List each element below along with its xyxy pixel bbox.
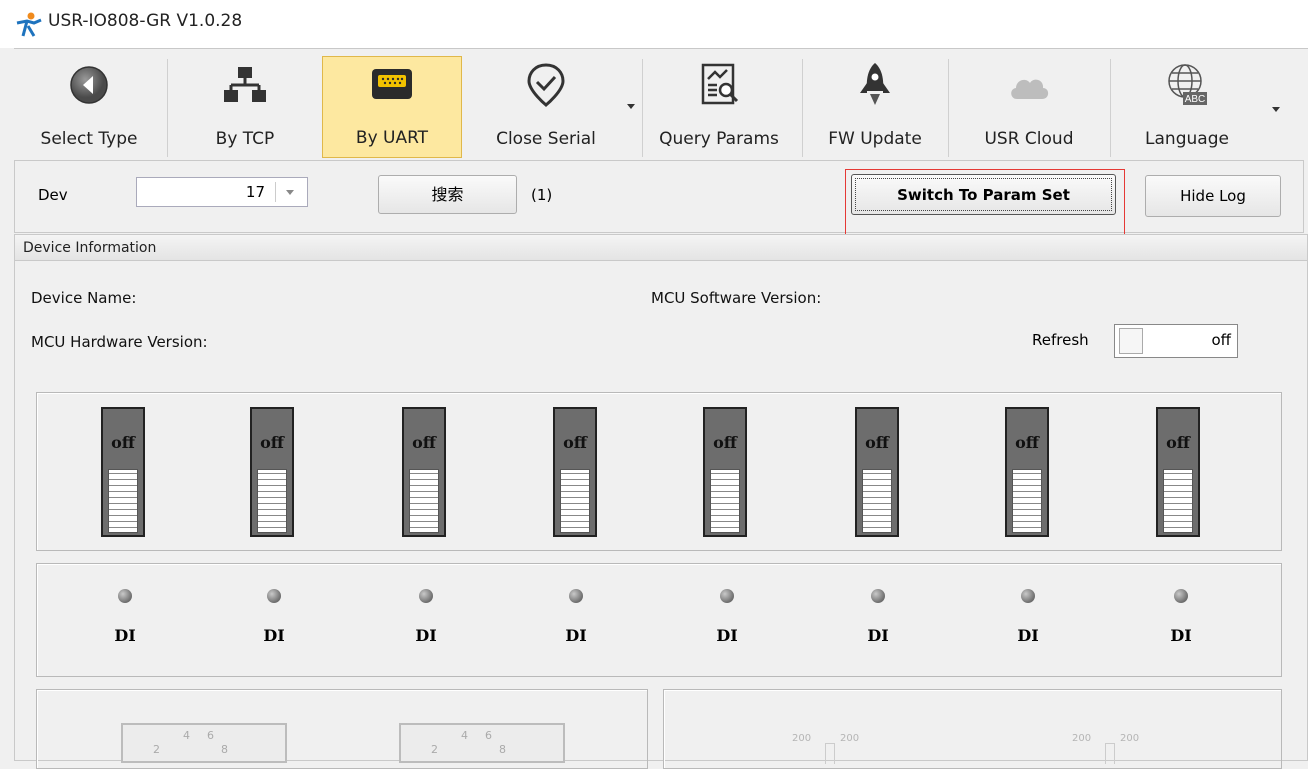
dev-combo[interactable]: 17	[136, 177, 308, 207]
analog-scale-group	[663, 689, 1282, 769]
query-params-icon	[701, 63, 739, 105]
relay-switch-5[interactable]: off	[703, 407, 747, 537]
di-indicator-7	[1021, 589, 1035, 603]
di-label-2: DI	[263, 626, 285, 645]
scale-label: 200	[840, 733, 860, 744]
scale-label: 200	[1120, 733, 1140, 744]
title-bar: USR-IO808-GR V1.0.28	[0, 0, 1308, 48]
highlight-box	[845, 169, 1125, 238]
by-uart-label: By UART	[355, 128, 429, 148]
query-params-button[interactable]: Query Params	[642, 57, 796, 157]
di-label-5: DI	[716, 626, 738, 645]
network-icon	[224, 67, 266, 102]
select-type-button[interactable]: Select Type	[14, 57, 164, 157]
di-label-6: DI	[867, 626, 889, 645]
di-indicator-2	[267, 589, 281, 603]
scale-label: 200	[792, 733, 812, 744]
di-indicator-1	[118, 589, 132, 603]
di-indicator-8	[1174, 589, 1188, 603]
globe-abc-icon: ABC	[1168, 64, 1207, 105]
di-label-4: DI	[565, 626, 587, 645]
relay-switch-1[interactable]: off	[101, 407, 145, 537]
back-arrow-icon	[70, 66, 108, 104]
scale-label: 200	[1072, 733, 1092, 744]
by-tcp-label: By TCP	[215, 129, 275, 149]
dev-label: Dev	[38, 186, 68, 204]
check-circle-icon	[527, 63, 565, 107]
window-title: USR-IO808-GR V1.0.28	[48, 11, 243, 31]
chevron-down-icon[interactable]	[1272, 107, 1280, 112]
by-tcp-button[interactable]: By TCP	[170, 57, 320, 157]
device-count: (1)	[531, 186, 553, 204]
relay-switch-7[interactable]: off	[1005, 407, 1049, 537]
relay-switch-2[interactable]: off	[250, 407, 294, 537]
digital-input-group	[36, 563, 1282, 677]
relay-switch-8[interactable]: off	[1156, 407, 1200, 537]
language-label: Language	[1145, 129, 1229, 149]
relay-switch-3[interactable]: off	[402, 407, 446, 537]
usr-cloud-label: USR Cloud	[984, 129, 1074, 149]
hide-log-button[interactable]: Hide Log	[1145, 175, 1281, 217]
di-label-1: DI	[114, 626, 136, 645]
query-params-label: Query Params	[659, 129, 779, 149]
di-indicator-6	[871, 589, 885, 603]
panel-title: Device Information	[23, 240, 157, 256]
di-label-8: DI	[1170, 626, 1192, 645]
close-serial-button[interactable]: Close Serial	[466, 57, 635, 157]
di-indicator-4	[569, 589, 583, 603]
ribbon-toolbar: Select Type By TCP By UART Close Serial	[14, 48, 1308, 161]
relay-switch-6[interactable]: off	[855, 407, 899, 537]
refresh-toggle[interactable]: off	[1114, 324, 1238, 358]
serial-port-icon	[372, 69, 412, 99]
chevron-down-icon[interactable]	[286, 190, 294, 195]
relay-group	[36, 392, 1282, 551]
select-type-label: Select Type	[40, 129, 138, 149]
dev-value: 17	[245, 183, 265, 201]
svg-text:ABC: ABC	[1185, 94, 1206, 105]
rocket-icon	[860, 63, 890, 105]
analog-dial-1: 4 6 2 8	[121, 723, 287, 763]
language-button[interactable]: ABC Language	[1112, 57, 1280, 157]
mcu-software-version-label: MCU Software Version:	[651, 289, 822, 307]
app-logo-icon	[16, 12, 42, 37]
search-button[interactable]: 搜索	[378, 175, 517, 214]
refresh-label: Refresh	[1032, 331, 1089, 349]
di-indicator-5	[720, 589, 734, 603]
fw-update-label: FW Update	[828, 129, 922, 149]
refresh-state: off	[1211, 331, 1231, 349]
di-indicator-3	[419, 589, 433, 603]
close-serial-label: Close Serial	[496, 129, 596, 149]
relay-switch-4[interactable]: off	[553, 407, 597, 537]
device-name-label: Device Name:	[31, 289, 137, 307]
fw-update-button[interactable]: FW Update	[804, 57, 946, 157]
panel-header	[15, 235, 1307, 261]
di-label-7: DI	[1017, 626, 1039, 645]
chevron-down-icon[interactable]	[627, 104, 635, 109]
by-uart-button[interactable]: By UART	[322, 56, 462, 158]
usr-cloud-button[interactable]: USR Cloud	[950, 57, 1108, 157]
mcu-hardware-version-label: MCU Hardware Version:	[31, 333, 208, 351]
cloud-icon	[1011, 79, 1049, 99]
di-label-3: DI	[415, 626, 437, 645]
analog-dial-2: 4 6 2 8	[399, 723, 565, 763]
